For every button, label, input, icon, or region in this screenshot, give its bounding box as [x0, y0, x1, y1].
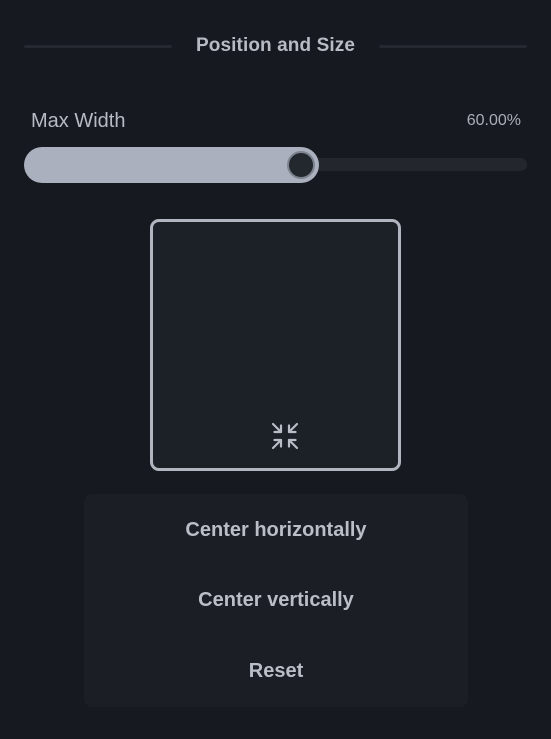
center-horizontally-button[interactable]: Center horizontally [84, 494, 468, 565]
max-width-value: 60.00% [466, 112, 521, 129]
max-width-label: Max Width [31, 110, 126, 132]
alignment-actions: Center horizontally Center vertically Re… [84, 494, 468, 707]
minimize-icon[interactable] [270, 421, 300, 451]
slider-thumb[interactable] [283, 147, 319, 183]
center-vertically-button[interactable]: Center vertically [84, 565, 468, 636]
divider-right [379, 44, 527, 48]
reset-button[interactable]: Reset [84, 636, 468, 707]
section-header: Position and Size [24, 30, 527, 62]
section-title: Position and Size [196, 35, 355, 56]
position-size-panel: Position and Size Max Width 60.00% Cente… [0, 0, 551, 739]
divider-left [24, 44, 172, 48]
max-width-slider[interactable] [24, 147, 527, 183]
position-preview[interactable] [150, 219, 401, 471]
slider-fill [24, 147, 301, 183]
slider-thumb-inner [287, 151, 315, 179]
